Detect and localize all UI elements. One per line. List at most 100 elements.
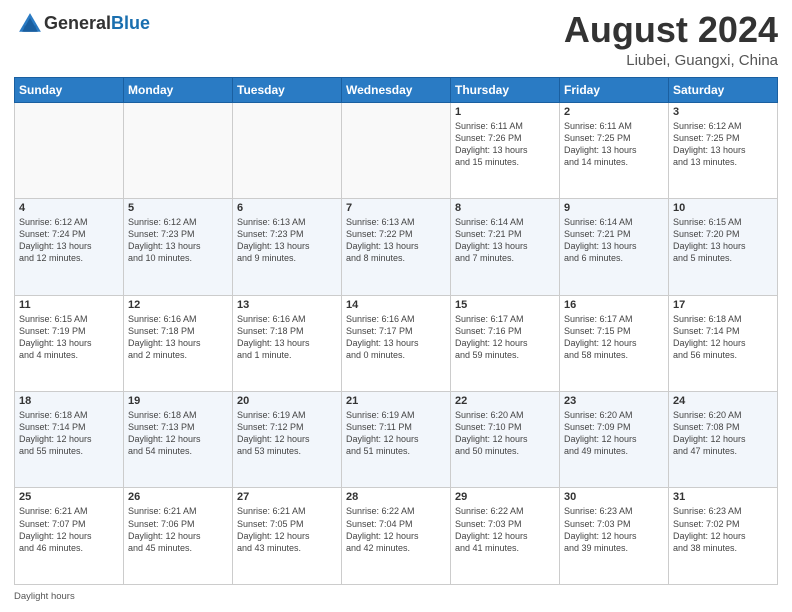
logo-blue: Blue bbox=[111, 13, 150, 33]
day-info: Sunrise: 6:12 AM Sunset: 7:25 PM Dayligh… bbox=[673, 120, 773, 169]
calendar-cell: 30Sunrise: 6:23 AM Sunset: 7:03 PM Dayli… bbox=[560, 488, 669, 585]
day-info: Sunrise: 6:21 AM Sunset: 7:07 PM Dayligh… bbox=[19, 505, 119, 554]
day-info: Sunrise: 6:16 AM Sunset: 7:18 PM Dayligh… bbox=[128, 313, 228, 362]
day-info: Sunrise: 6:12 AM Sunset: 7:23 PM Dayligh… bbox=[128, 216, 228, 265]
calendar-cell: 24 Sunrise: 6:20 AM Sunset: 7:08 PM Dayli… bbox=[669, 392, 778, 488]
day-info: Sunrise: 6:23 AM Sunset: 7:02 PM Dayligh… bbox=[673, 505, 773, 554]
footer: Daylight hours bbox=[14, 591, 778, 602]
calendar-cell: 9Sunrise: 6:14 AM Sunset: 7:21 PM Daylig… bbox=[560, 199, 669, 295]
weekday-header-row: SundayMondayTuesdayWednesdayThursdayFrid… bbox=[15, 77, 778, 102]
calendar-cell: 10 Sunrise: 6:15 AM Sunset: 7:20 PM Dayli… bbox=[669, 199, 778, 295]
day-number: 8 bbox=[455, 202, 555, 214]
day-number: 19 bbox=[128, 395, 228, 407]
day-info: Sunrise: 6:15 AM Sunset: 7:19 PM Dayligh… bbox=[19, 313, 119, 362]
calendar-cell: 31 Sunrise: 6:23 AM Sunset: 7:02 PM Dayli… bbox=[669, 488, 778, 585]
calendar-week-3: 18 Sunrise: 6:18 AM Sunset: 7:14 PM Dayli… bbox=[15, 392, 778, 488]
calendar-cell: 28Sunrise: 6:22 AM Sunset: 7:04 PM Dayli… bbox=[342, 488, 451, 585]
calendar-cell bbox=[15, 102, 124, 198]
day-info: Sunrise: 6:20 AM Sunset: 7:09 PM Dayligh… bbox=[564, 409, 664, 458]
calendar-cell: 27 Sunrise: 6:21 AM Sunset: 7:05 PM Dayli… bbox=[233, 488, 342, 585]
month-year: August 2024 bbox=[564, 10, 778, 50]
day-number: 21 bbox=[346, 395, 446, 407]
calendar-cell: 11 Sunrise: 6:15 AM Sunset: 7:19 PM Dayli… bbox=[15, 295, 124, 391]
calendar-cell: 21 Sunrise: 6:19 AM Sunset: 7:11 PM Dayli… bbox=[342, 392, 451, 488]
calendar-cell bbox=[342, 102, 451, 198]
day-info: Sunrise: 6:22 AM Sunset: 7:03 PM Dayligh… bbox=[455, 505, 555, 554]
page: GeneralBlue August 2024 Liubei, Guangxi,… bbox=[0, 0, 792, 612]
day-number: 22 bbox=[455, 395, 555, 407]
calendar-cell: 26Sunrise: 6:21 AM Sunset: 7:06 PM Dayli… bbox=[124, 488, 233, 585]
day-number: 15 bbox=[455, 299, 555, 311]
day-number: 28 bbox=[346, 491, 446, 503]
day-info: Sunrise: 6:19 AM Sunset: 7:11 PM Dayligh… bbox=[346, 409, 446, 458]
day-info: Sunrise: 6:19 AM Sunset: 7:12 PM Dayligh… bbox=[237, 409, 337, 458]
calendar-cell: 18 Sunrise: 6:18 AM Sunset: 7:14 PM Dayli… bbox=[15, 392, 124, 488]
day-number: 13 bbox=[237, 299, 337, 311]
day-info: Sunrise: 6:17 AM Sunset: 7:15 PM Dayligh… bbox=[564, 313, 664, 362]
calendar-cell: 8 Sunrise: 6:14 AM Sunset: 7:21 PM Daylig… bbox=[451, 199, 560, 295]
calendar-cell: 17Sunrise: 6:18 AM Sunset: 7:14 PM Dayli… bbox=[669, 295, 778, 391]
calendar-cell bbox=[233, 102, 342, 198]
calendar-cell: 12 Sunrise: 6:16 AM Sunset: 7:18 PM Dayli… bbox=[124, 295, 233, 391]
day-info: Sunrise: 6:15 AM Sunset: 7:20 PM Dayligh… bbox=[673, 216, 773, 265]
day-number: 16 bbox=[564, 299, 664, 311]
weekday-header-thursday: Thursday bbox=[451, 77, 560, 102]
calendar-cell bbox=[124, 102, 233, 198]
day-number: 1 bbox=[455, 106, 555, 118]
day-number: 24 bbox=[673, 395, 773, 407]
day-number: 2 bbox=[564, 106, 664, 118]
day-number: 18 bbox=[19, 395, 119, 407]
calendar-cell: 22 Sunrise: 6:20 AM Sunset: 7:10 PM Dayli… bbox=[451, 392, 560, 488]
calendar-cell: 19 Sunrise: 6:18 AM Sunset: 7:13 PM Dayli… bbox=[124, 392, 233, 488]
calendar-cell: 16 Sunrise: 6:17 AM Sunset: 7:15 PM Dayli… bbox=[560, 295, 669, 391]
day-number: 3 bbox=[673, 106, 773, 118]
calendar-cell: 5Sunrise: 6:12 AM Sunset: 7:23 PM Daylig… bbox=[124, 199, 233, 295]
day-number: 4 bbox=[19, 202, 119, 214]
calendar-cell: 23Sunrise: 6:20 AM Sunset: 7:09 PM Dayli… bbox=[560, 392, 669, 488]
calendar-cell: 20 Sunrise: 6:19 AM Sunset: 7:12 PM Dayli… bbox=[233, 392, 342, 488]
calendar-week-1: 4 Sunrise: 6:12 AM Sunset: 7:24 PM Daylig… bbox=[15, 199, 778, 295]
calendar-cell: 15 Sunrise: 6:17 AM Sunset: 7:16 PM Dayli… bbox=[451, 295, 560, 391]
day-info: Sunrise: 6:13 AM Sunset: 7:22 PM Dayligh… bbox=[346, 216, 446, 265]
calendar-cell: 3 Sunrise: 6:12 AM Sunset: 7:25 PM Daylig… bbox=[669, 102, 778, 198]
calendar-cell: 25 Sunrise: 6:21 AM Sunset: 7:07 PM Dayli… bbox=[15, 488, 124, 585]
day-number: 30 bbox=[564, 491, 664, 503]
day-number: 20 bbox=[237, 395, 337, 407]
location: Liubei, Guangxi, China bbox=[564, 52, 778, 69]
day-number: 26 bbox=[128, 491, 228, 503]
day-info: Sunrise: 6:18 AM Sunset: 7:13 PM Dayligh… bbox=[128, 409, 228, 458]
day-info: Sunrise: 6:14 AM Sunset: 7:21 PM Dayligh… bbox=[455, 216, 555, 265]
day-info: Sunrise: 6:11 AM Sunset: 7:25 PM Dayligh… bbox=[564, 120, 664, 169]
day-number: 27 bbox=[237, 491, 337, 503]
logo-area: GeneralBlue bbox=[14, 10, 150, 38]
day-number: 25 bbox=[19, 491, 119, 503]
weekday-header-saturday: Saturday bbox=[669, 77, 778, 102]
day-number: 7 bbox=[346, 202, 446, 214]
calendar-cell: 29Sunrise: 6:22 AM Sunset: 7:03 PM Dayli… bbox=[451, 488, 560, 585]
generalblue-logo-icon bbox=[16, 10, 44, 38]
calendar-cell: 13 Sunrise: 6:16 AM Sunset: 7:18 PM Dayli… bbox=[233, 295, 342, 391]
weekday-header-monday: Monday bbox=[124, 77, 233, 102]
day-info: Sunrise: 6:18 AM Sunset: 7:14 PM Dayligh… bbox=[673, 313, 773, 362]
day-info: Sunrise: 6:21 AM Sunset: 7:05 PM Dayligh… bbox=[237, 505, 337, 554]
calendar-week-2: 11 Sunrise: 6:15 AM Sunset: 7:19 PM Dayli… bbox=[15, 295, 778, 391]
calendar-table: SundayMondayTuesdayWednesdayThursdayFrid… bbox=[14, 77, 778, 585]
weekday-header-wednesday: Wednesday bbox=[342, 77, 451, 102]
day-info: Sunrise: 6:18 AM Sunset: 7:14 PM Dayligh… bbox=[19, 409, 119, 458]
day-info: Sunrise: 6:12 AM Sunset: 7:24 PM Dayligh… bbox=[19, 216, 119, 265]
day-number: 10 bbox=[673, 202, 773, 214]
day-info: Sunrise: 6:16 AM Sunset: 7:17 PM Dayligh… bbox=[346, 313, 446, 362]
day-number: 31 bbox=[673, 491, 773, 503]
day-number: 11 bbox=[19, 299, 119, 311]
logo-text: GeneralBlue bbox=[44, 14, 150, 34]
day-info: Sunrise: 6:17 AM Sunset: 7:16 PM Dayligh… bbox=[455, 313, 555, 362]
title-area: August 2024 Liubei, Guangxi, China bbox=[564, 10, 778, 69]
calendar-cell: 2 Sunrise: 6:11 AM Sunset: 7:25 PM Daylig… bbox=[560, 102, 669, 198]
day-info: Sunrise: 6:20 AM Sunset: 7:10 PM Dayligh… bbox=[455, 409, 555, 458]
weekday-header-sunday: Sunday bbox=[15, 77, 124, 102]
header: GeneralBlue August 2024 Liubei, Guangxi,… bbox=[14, 10, 778, 69]
day-info: Sunrise: 6:20 AM Sunset: 7:08 PM Dayligh… bbox=[673, 409, 773, 458]
calendar-cell: 6Sunrise: 6:13 AM Sunset: 7:23 PM Daylig… bbox=[233, 199, 342, 295]
day-number: 12 bbox=[128, 299, 228, 311]
day-info: Sunrise: 6:16 AM Sunset: 7:18 PM Dayligh… bbox=[237, 313, 337, 362]
